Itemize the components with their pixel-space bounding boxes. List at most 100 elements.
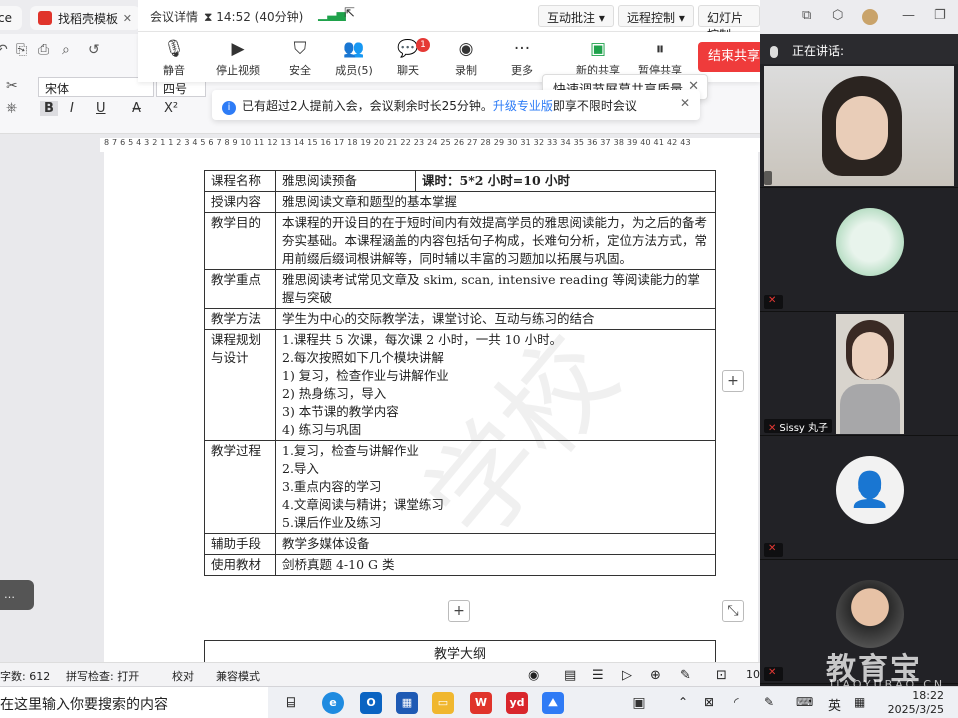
members-button[interactable]: 👥 成员(5) bbox=[326, 38, 382, 78]
row-value[interactable]: 雅思阅读考试常见文章及 skim, scan, intensive readin… bbox=[275, 269, 716, 309]
add-column-button[interactable]: + bbox=[722, 370, 744, 392]
font-family-select[interactable]: 宋体 bbox=[38, 77, 154, 97]
row-value[interactable]: 雅思阅读预备 bbox=[275, 170, 416, 192]
underline-button[interactable]: U bbox=[96, 101, 106, 116]
row-head[interactable]: 教学过程 bbox=[204, 440, 276, 534]
print-preview-icon[interactable]: ⌕ bbox=[62, 42, 70, 58]
tray-expand-icon[interactable]: ⌃ bbox=[678, 695, 688, 709]
pen-tray-icon[interactable]: ✎ bbox=[764, 695, 774, 709]
page-view-icon[interactable]: ▤ bbox=[564, 668, 576, 683]
security-button[interactable]: ⛉ 安全 bbox=[272, 38, 328, 78]
external-share-icon[interactable]: ⇱ bbox=[344, 6, 355, 21]
row-head[interactable]: 课程名称 bbox=[204, 170, 276, 192]
fit-icon[interactable]: ⊡ bbox=[716, 668, 727, 683]
minimize-icon[interactable]: — bbox=[902, 8, 915, 23]
store-icon[interactable]: ▦ bbox=[396, 692, 418, 714]
mute-button[interactable]: 🎙 静音 bbox=[146, 38, 202, 78]
participant-video bbox=[764, 66, 954, 186]
proofread-button[interactable]: 校对 bbox=[172, 668, 194, 684]
row-value[interactable]: 本课程的开设目的在于短时间内有效提高学员的雅思阅读能力，为之后的备考夯实基础。本… bbox=[275, 212, 716, 270]
row-head[interactable]: 授课内容 bbox=[204, 191, 276, 213]
horizontal-ruler[interactable]: 8 7 6 5 4 3 2 1 1 2 3 4 5 6 7 8 9 10 11 … bbox=[100, 138, 760, 152]
row-value-list[interactable]: 1.复习，检查与讲解作业 2.导入 3.重点内容的学习 4.文章阅读与精讲；课堂… bbox=[275, 440, 716, 534]
document-page[interactable]: 学校 课程名称 雅思阅读预备 课时：5*2 小时=10 小时 授课内容 雅思阅读… bbox=[104, 152, 758, 662]
meeting-details-link[interactable]: 会议详情 bbox=[150, 8, 198, 25]
spell-check-toggle[interactable]: 拼写检查: 打开 bbox=[66, 668, 139, 684]
task-view-icon[interactable]: ⌸ bbox=[280, 692, 302, 714]
row-head[interactable]: 教学目的 bbox=[204, 212, 276, 270]
taskbar-clock[interactable]: 18:22 2025/3/25 bbox=[884, 689, 944, 717]
record-button[interactable]: ◉ 录制 bbox=[438, 38, 494, 78]
tray-app-icon[interactable]: ⊠ bbox=[704, 695, 714, 709]
zoom-level[interactable]: 10 bbox=[746, 668, 760, 681]
format-painter-icon[interactable]: ⎈ bbox=[6, 100, 17, 116]
new-share-button[interactable]: ▣ 新的共享 bbox=[570, 38, 626, 78]
browser-tab-templates[interactable]: 找稻壳模板 ✕ bbox=[30, 6, 140, 30]
restore-icon[interactable]: ❐ bbox=[934, 8, 946, 23]
strikethrough-button[interactable]: A̶ bbox=[132, 101, 141, 116]
video-tile[interactable]: ✕ bbox=[760, 188, 958, 312]
row-head[interactable]: 教学重点 bbox=[204, 269, 276, 309]
italic-button[interactable]: I bbox=[70, 101, 74, 116]
avatar bbox=[836, 580, 904, 648]
avatar[interactable] bbox=[862, 9, 878, 25]
close-icon[interactable]: ✕ bbox=[680, 96, 690, 110]
browser-tab[interactable]: ce bbox=[0, 6, 22, 30]
meeting-app-icon[interactable]: ▣ bbox=[628, 692, 650, 714]
eye-icon[interactable]: ◉ bbox=[528, 668, 539, 683]
chat-button[interactable]: 💬 1 聊天 bbox=[380, 38, 436, 78]
file-explorer-icon[interactable]: ▭ bbox=[432, 692, 454, 714]
outlook-icon[interactable]: O bbox=[360, 692, 382, 714]
row-extra[interactable]: 课时：5*2 小时=10 小时 bbox=[415, 170, 716, 192]
pause-share-button[interactable]: ⏸ 暂停共享 bbox=[632, 38, 688, 78]
stop-video-button[interactable]: ▶ 停止视频 bbox=[210, 38, 266, 78]
row-value[interactable]: 剑桥真题 4-10 G 类 bbox=[275, 554, 716, 576]
keyboard-icon[interactable]: ⌨ bbox=[796, 695, 813, 709]
table-resize-icon[interactable]: ⤡ bbox=[722, 600, 744, 622]
row-head[interactable]: 课程规划与设计 bbox=[204, 329, 276, 441]
remote-control-button[interactable]: 远程控制 ▾ bbox=[618, 5, 694, 27]
close-tab-icon[interactable]: ✕ bbox=[123, 12, 132, 25]
print-icon[interactable]: ⎙ bbox=[38, 42, 49, 58]
youdao-icon[interactable]: yd bbox=[506, 692, 528, 714]
outline-view-icon[interactable]: ☰ bbox=[592, 668, 604, 683]
undo-icon[interactable]: ↶ bbox=[0, 42, 8, 58]
ime-grid-icon[interactable]: ▦ bbox=[854, 695, 865, 709]
word-count[interactable]: 字数: 612 bbox=[0, 668, 50, 684]
edge-icon[interactable]: e bbox=[322, 692, 344, 714]
wps-icon[interactable]: W bbox=[470, 692, 492, 714]
cube-icon[interactable]: ⬡ bbox=[832, 8, 843, 23]
web-view-icon[interactable]: ⊕ bbox=[650, 668, 661, 683]
photos-icon[interactable]: ⛰ bbox=[542, 692, 564, 714]
taskbar-search[interactable]: 在这里输入你要搜索的内容 bbox=[0, 687, 268, 718]
window-icon[interactable]: ⧉ bbox=[802, 8, 811, 23]
add-row-button[interactable]: + bbox=[448, 600, 470, 622]
undo-arrow-icon[interactable]: ↺ bbox=[88, 42, 100, 58]
outline-heading[interactable]: 教学大纲 bbox=[204, 640, 716, 662]
save-icon[interactable]: ⎘ bbox=[16, 42, 27, 58]
wifi-icon[interactable]: ◜ bbox=[734, 695, 739, 709]
bold-button[interactable]: B bbox=[40, 101, 58, 116]
play-icon[interactable]: ▷ bbox=[622, 668, 632, 683]
slideshow-control-button[interactable]: 幻灯片控制 bbox=[698, 5, 760, 42]
ime-indicator[interactable]: 英 bbox=[828, 695, 841, 714]
annotate-button[interactable]: 互动批注 ▾ bbox=[538, 5, 614, 27]
row-head[interactable]: 教学方法 bbox=[204, 308, 276, 330]
meeting-info-bar: 会议详情 ⧗ 14:52 (40分钟) ▁▃▅ ⇱ 互动批注 ▾ 远程控制 ▾ … bbox=[138, 0, 760, 42]
video-tile[interactable]: 👤 ✕ bbox=[760, 436, 958, 560]
row-value[interactable]: 学生为中心的交际教学法，课堂讨论、互动与练习的结合 bbox=[275, 308, 716, 330]
upgrade-link[interactable]: 升级专业版 bbox=[493, 99, 553, 113]
side-popup[interactable]: … bbox=[0, 580, 34, 610]
row-value[interactable]: 雅思阅读文章和题型的基本掌握 bbox=[275, 191, 716, 213]
list-item: 3) 本节课的教学内容 bbox=[282, 404, 399, 419]
row-value[interactable]: 教学多媒体设备 bbox=[275, 533, 716, 555]
more-button[interactable]: ··· 更多 bbox=[494, 38, 550, 78]
pen-icon[interactable]: ✎ bbox=[680, 668, 691, 683]
row-head[interactable]: 辅助手段 bbox=[204, 533, 276, 555]
row-value-list[interactable]: 1.课程共 5 次课，每次课 2 小时，一共 10 小时。 2.每次按照如下几个… bbox=[275, 329, 716, 441]
superscript-button[interactable]: X² bbox=[164, 101, 178, 116]
cut-icon[interactable]: ✂ bbox=[6, 78, 18, 94]
row-head[interactable]: 使用教材 bbox=[204, 554, 276, 576]
video-tile[interactable]: ✕ Sissy 丸子 bbox=[760, 312, 958, 436]
video-tile[interactable] bbox=[760, 64, 958, 188]
